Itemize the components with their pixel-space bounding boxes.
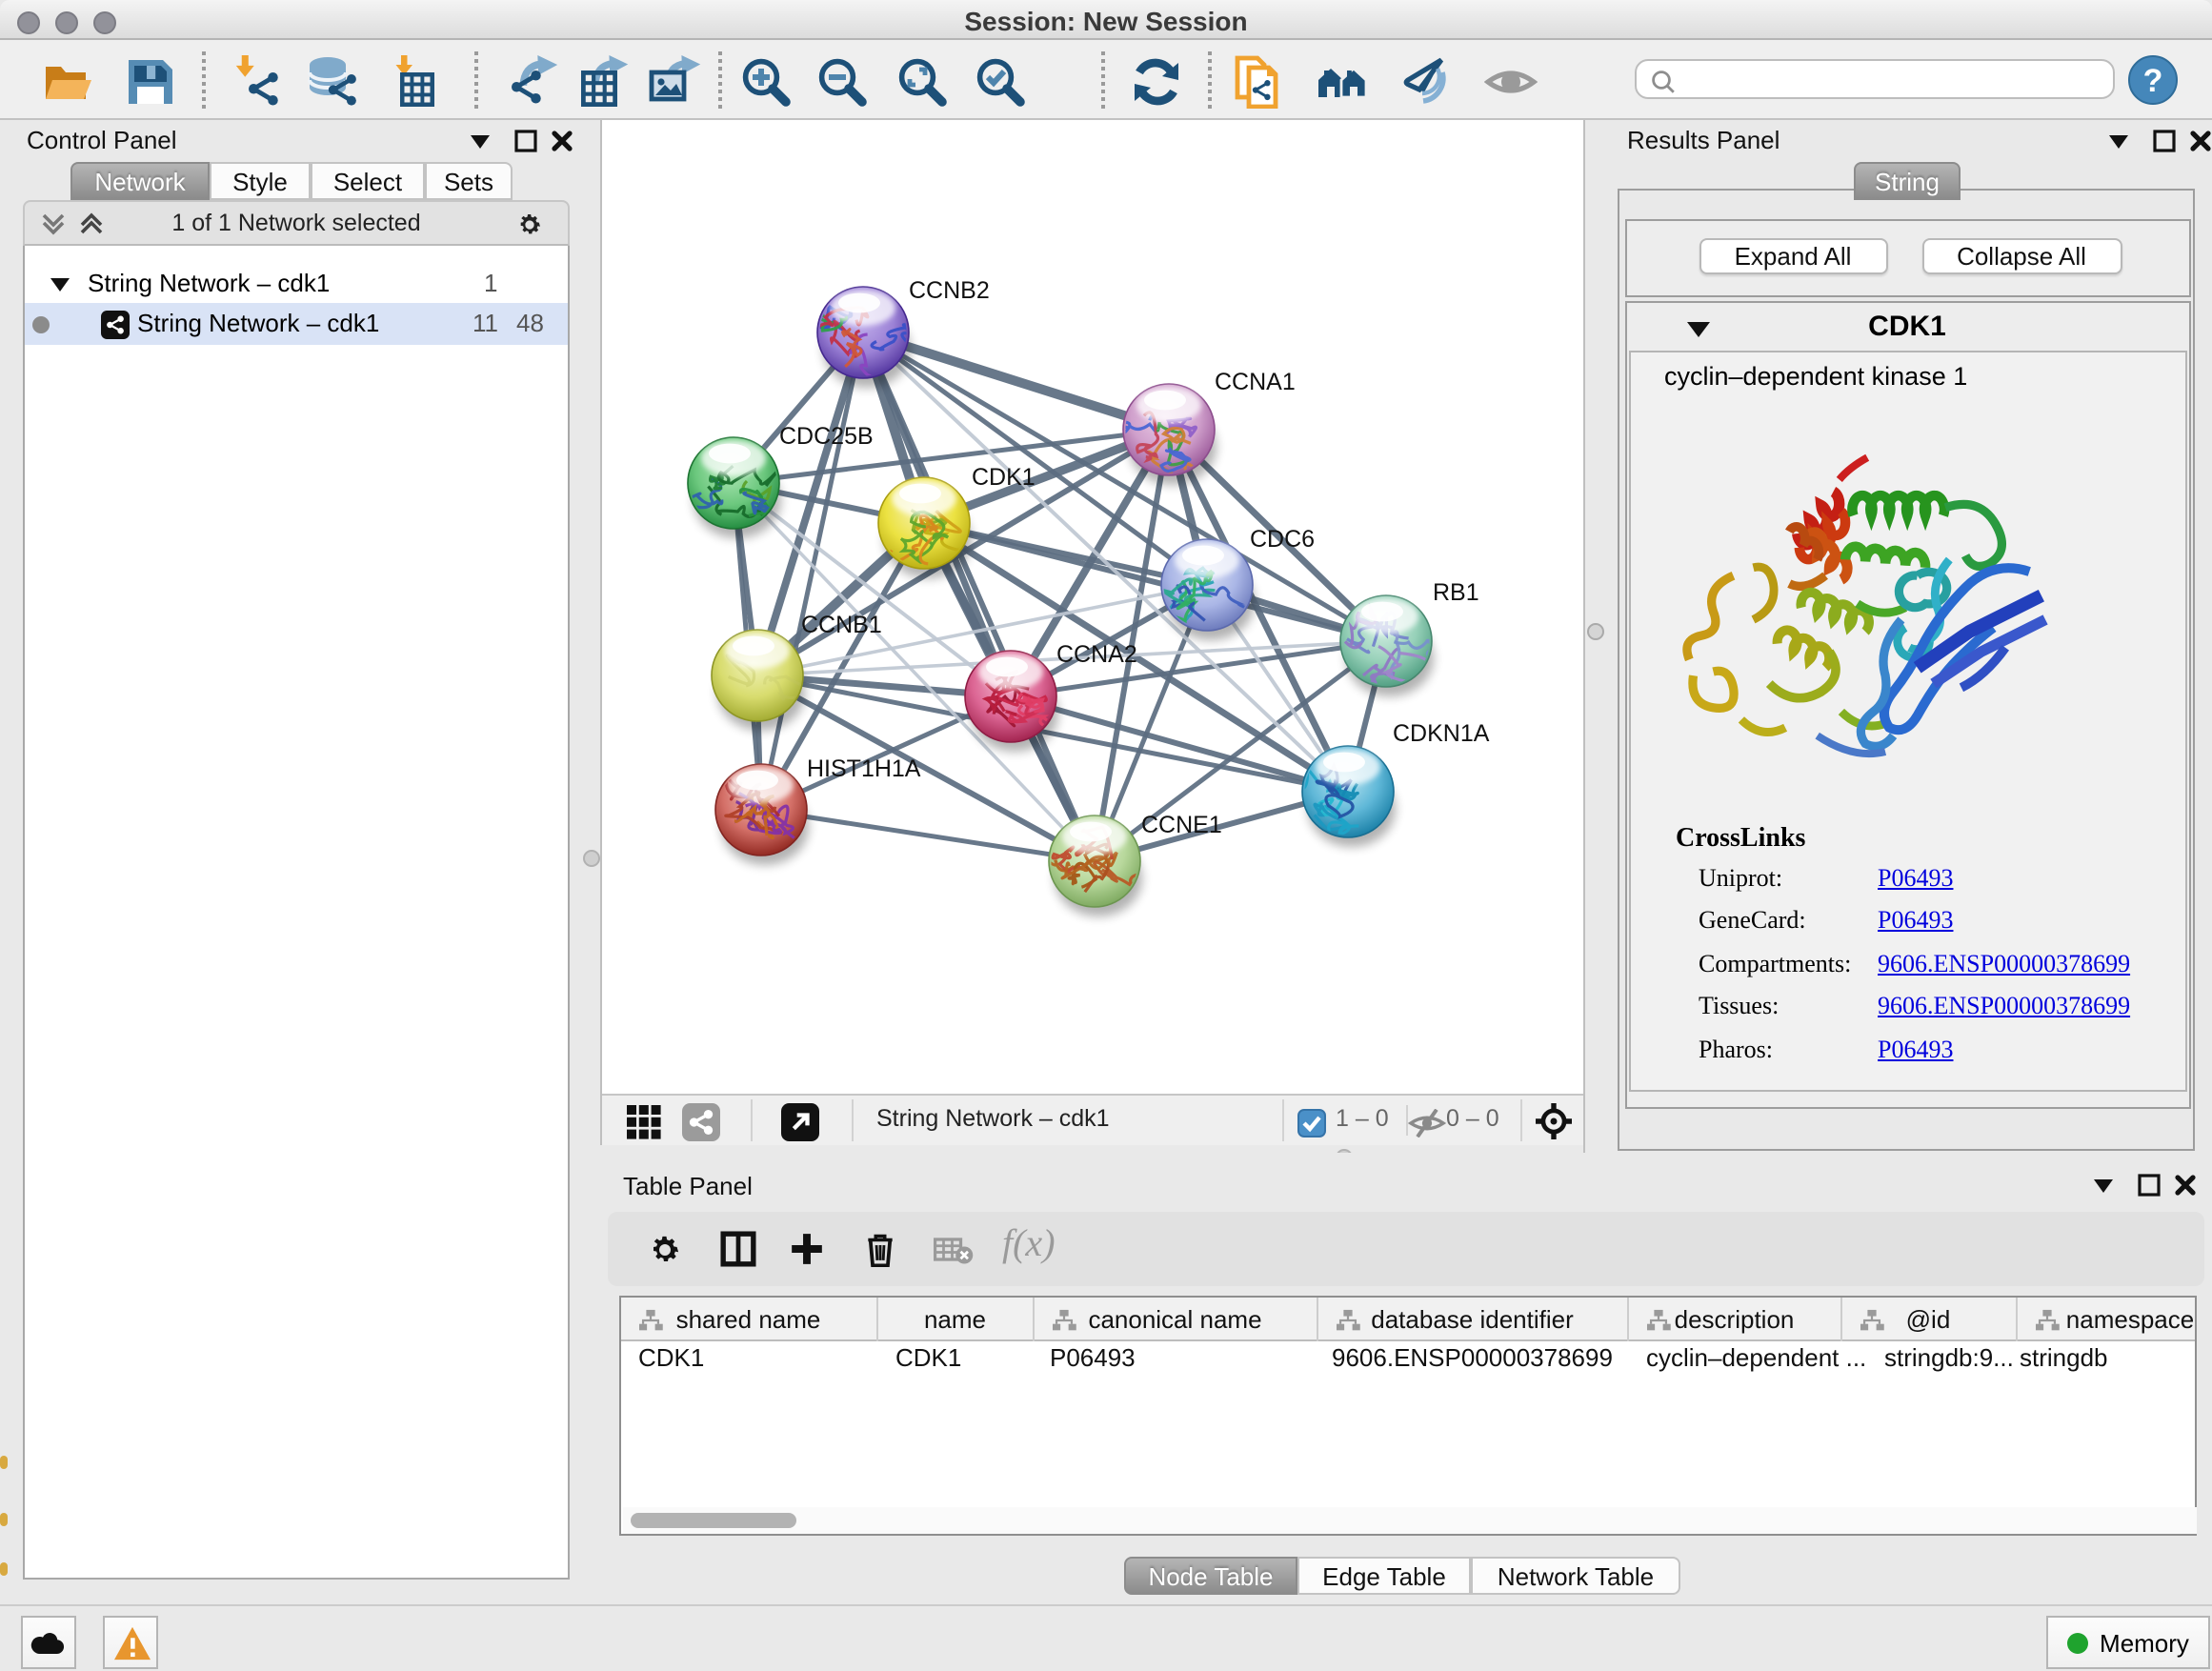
svg-text:CCNA2: CCNA2	[1056, 641, 1137, 668]
svg-text:CCNB1: CCNB1	[801, 612, 882, 638]
svg-text:CDK1: CDK1	[972, 464, 1036, 491]
svg-text:CCNB2: CCNB2	[909, 277, 990, 304]
svg-text:HIST1H1A: HIST1H1A	[807, 755, 921, 782]
svg-text:CDC25B: CDC25B	[779, 423, 874, 450]
svg-text:CCNE1: CCNE1	[1141, 812, 1222, 838]
svg-text:CDC6: CDC6	[1250, 526, 1315, 553]
svg-text:CDKN1A: CDKN1A	[1393, 720, 1490, 747]
svg-text:CCNA1: CCNA1	[1215, 369, 1296, 395]
svg-text:RB1: RB1	[1433, 579, 1479, 606]
